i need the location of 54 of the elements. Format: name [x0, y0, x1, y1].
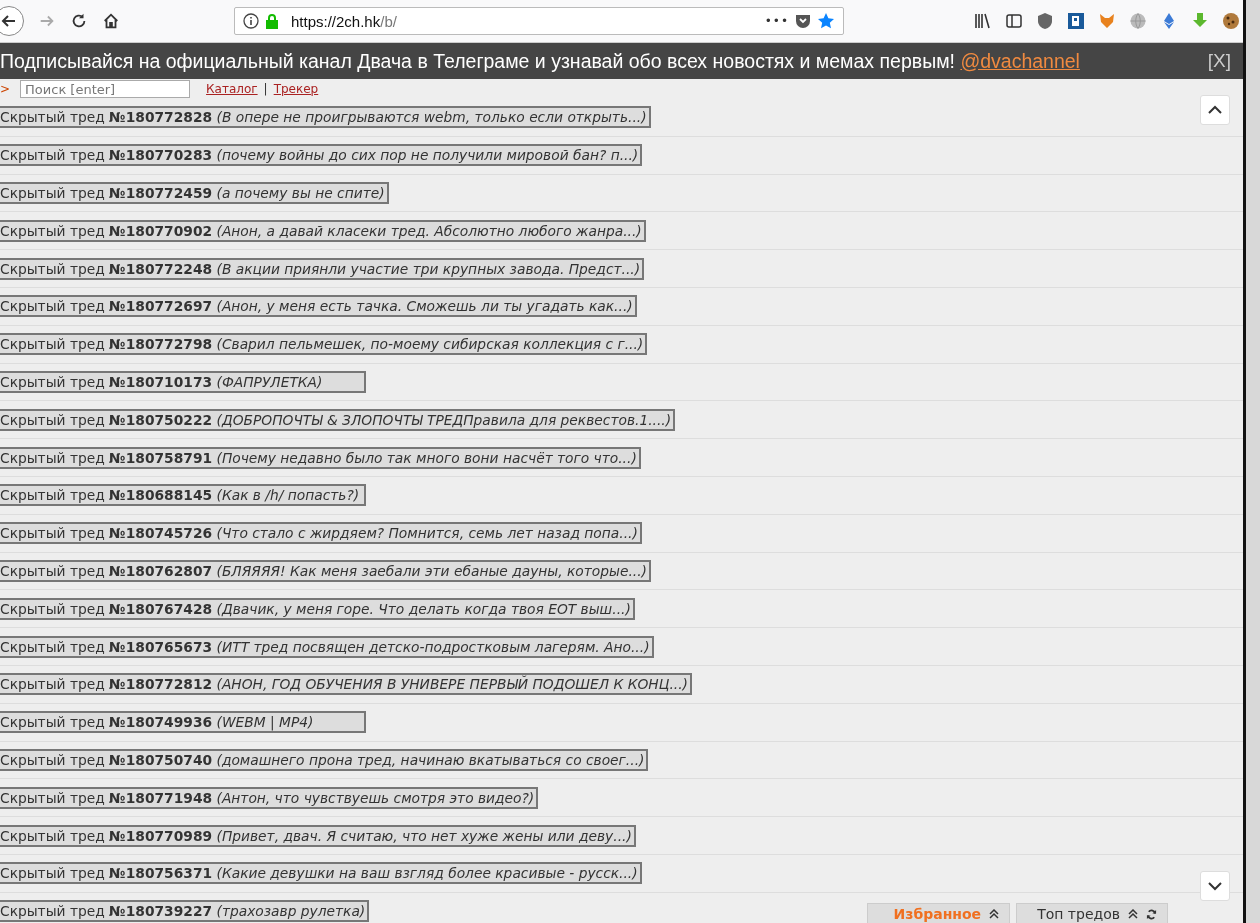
hidden-thread-label[interactable]: Скрытый тред №180772828 (В опере не проигрываются webm, только если открыть...) [0, 106, 651, 129]
catalog-link[interactable]: Каталог [206, 82, 258, 96]
hidden-thread-label[interactable]: Скрытый тред №180771948 (Антон, что чувствуешь смотря это видео?) [0, 786, 539, 809]
scroll-down-button[interactable] [1200, 871, 1230, 901]
chevron-down-icon [1207, 881, 1223, 891]
fox-icon[interactable] [1098, 12, 1116, 30]
hidden-thread-label[interactable]: Скрытый тред №180745726 (Что стало с жирдяем? Помнится, семь лет назад попа...) [0, 522, 642, 545]
top-threads-tab[interactable]: Топ тредов [1016, 903, 1168, 923]
search-field[interactable]: Поиск [enter] [20, 80, 191, 98]
back-button[interactable] [0, 6, 24, 36]
sidebar-icon[interactable] [1005, 12, 1023, 30]
hidden-thread-label[interactable]: Скрытый тред №180772697 (Анон, у меня есть тачка. Сможешь ли ты угадать как...) [0, 295, 637, 318]
double-chevron-icon [989, 909, 1000, 919]
telegram-link[interactable]: @dvachannel [960, 49, 1080, 72]
hidden-thread-label[interactable]: Скрытый тред №180739227 (трахозавр рулетка) [0, 900, 370, 923]
reload-icon[interactable] [70, 12, 88, 30]
globe-icon[interactable] [1129, 12, 1147, 30]
refresh-icon[interactable] [1146, 908, 1157, 920]
page-actions-menu[interactable]: ••• [764, 14, 789, 28]
double-chevron-icon [1128, 909, 1138, 919]
pocket-icon[interactable] [795, 13, 811, 29]
address-bar[interactable]: https://2ch.hk/b/ ••• [234, 7, 844, 35]
home-icon[interactable] [102, 12, 120, 30]
hidden-thread-label[interactable]: Скрытый тред №180762807 (БЛЯЯЯЯ! Как меня заебали эти ебаные дауны, которые...) [0, 559, 651, 582]
star-icon[interactable] [817, 12, 835, 30]
hidden-thread-label[interactable]: Скрытый тред №180770902 (Анон, а давай класеки тред. Абсолютно любого жанра...) [0, 219, 646, 242]
shield-icon[interactable] [1036, 12, 1054, 30]
hidden-thread-label[interactable]: Скрытый тред №180770283 (почему войны до сих пор не получили мировой бан? п...) [0, 144, 643, 167]
hidden-thread-label[interactable]: Скрытый тред №180710173 (ФАПРУЛЕТКА) [0, 370, 366, 393]
banner-text: Подписывайся на официальный канал Двача в Телеграме и узнавай обо всех новостях и мемах первым! @dvachannel [0, 49, 1080, 73]
hidden-thread-label[interactable]: Скрытый тред №180770989 (Привет, двач. Я считаю, что нет хуже жены или деву...) [0, 824, 636, 847]
hidden-thread-label[interactable]: Скрытый тред №180765673 (ИТТ тред посвящен детско-подростковым лагерям. Ано...) [0, 635, 654, 658]
url-text: https://2ch.hk/b/ [291, 12, 398, 30]
hidden-thread-label[interactable]: Скрытый тред №180756371 (Какие девушки на ваш взгляд более красивые - русск...) [0, 862, 642, 885]
hidden-thread-label[interactable]: Скрытый тред №180758791 (Почему недавно было так много вони насчёт того что...) [0, 446, 641, 469]
library-icon[interactable] [974, 12, 992, 30]
hidden-thread-label[interactable]: Скрытый тред №180688145 (Как в /h/ попасть?) [0, 484, 366, 507]
hidden-thread-label[interactable]: Скрытый тред №180772798 (Сварил пельмешек, по-моему сибирская коллекция с г...) [0, 333, 648, 356]
close-button[interactable]: [X] [1207, 50, 1231, 72]
hidden-thread-label[interactable]: Скрытый тред №180772812 (АНОН, ГОД ОБУЧЕНИЯ В УНИВЕРЕ ПЕРВЫЙ ПОДОШЕЛ К КОНЦ...) [0, 673, 692, 696]
hidden-thread-label[interactable]: Скрытый тред №180772248 (В акции приянли участие три крупных завода. Предст...) [0, 257, 645, 280]
chevron-up-icon [1207, 105, 1223, 115]
lock-icon [265, 13, 279, 29]
hidden-thread-label[interactable]: Скрытый тред №180767428 (Двачик, у меня горе. Что делать когда твоя ЕОТ выш...) [0, 597, 635, 620]
hidden-thread-label[interactable]: Скрытый тред №180772459 (а почему вы не спите) [0, 182, 389, 204]
scroll-up-button[interactable] [1200, 95, 1230, 125]
arrow-text: > [0, 82, 11, 96]
hidden-thread-label[interactable]: Скрытый тред №180750222 (ДОБРОПОЧТЫ & ЗЛОПОЧТЫ ТРЕДПравила для реквестов.1....) [0, 408, 676, 431]
hidden-thread-label[interactable]: Скрытый тред №180750740 (домашнего прона тред, начинаю вкатываться со своег...) [0, 748, 649, 771]
cookie-icon[interactable] [1222, 12, 1240, 30]
hidden-thread-label[interactable]: Скрытый тред №180749936 (WEBM | MP4) [0, 711, 366, 734]
info-icon [243, 13, 259, 29]
tracker-link[interactable]: Трекер [273, 82, 319, 96]
separator-text: | [263, 82, 268, 96]
